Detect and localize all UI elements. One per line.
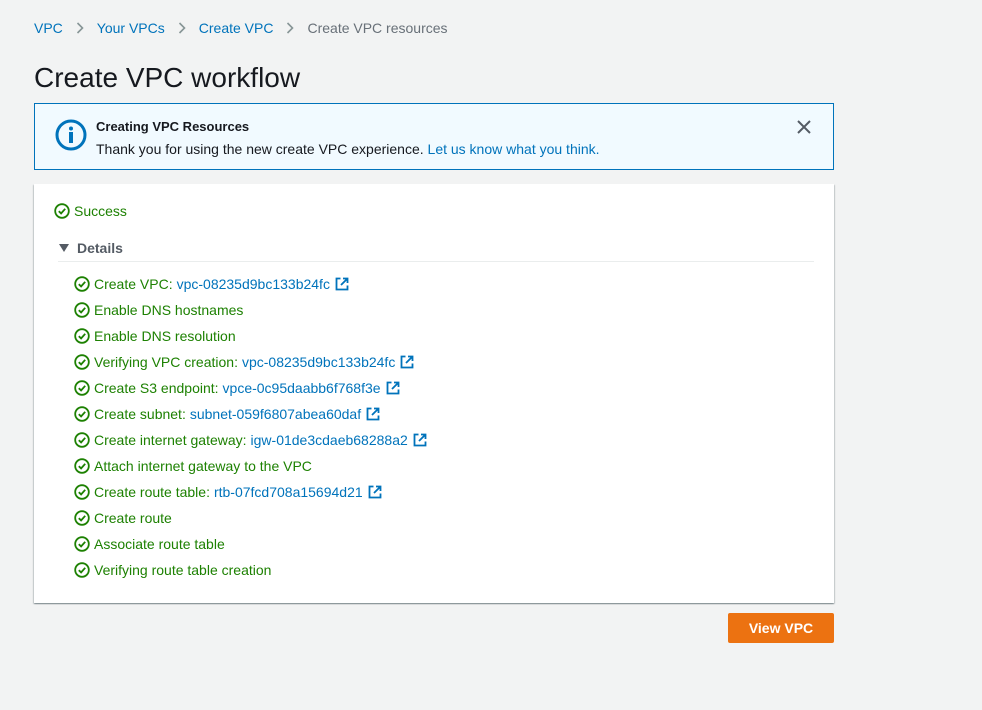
check-circle-icon — [74, 380, 90, 396]
check-circle-icon — [74, 510, 90, 526]
external-link-icon[interactable] — [368, 485, 382, 499]
close-icon[interactable] — [795, 118, 813, 136]
step-label: Create route — [94, 510, 172, 526]
check-circle-icon — [74, 484, 90, 500]
workflow-step: Create route — [74, 505, 427, 531]
chevron-right-icon — [178, 22, 186, 34]
workflow-step: Verifying route table creation — [74, 557, 427, 583]
breadcrumb-create-vpc[interactable]: Create VPC — [199, 20, 274, 36]
step-label: Create S3 endpoint: — [94, 380, 219, 396]
workflow-step: Create subnet: subnet-059f6807abea60daf — [74, 401, 427, 427]
chevron-right-icon — [286, 22, 295, 34]
workflow-step: Attach internet gateway to the VPC — [74, 453, 427, 479]
check-circle-icon — [74, 276, 90, 292]
external-link-icon[interactable] — [335, 277, 349, 291]
info-icon — [55, 119, 87, 156]
step-label: Attach internet gateway to the VPC — [94, 458, 312, 474]
breadcrumb-your-vpcs[interactable]: Your VPCs — [97, 20, 165, 36]
page: VPC Your VPCs Create VPC Create VPC reso… — [0, 0, 982, 710]
resource-link[interactable]: igw-01de3cdaeb68288a2 — [251, 432, 408, 448]
workflow-step: Create route table: rtb-07fcd708a15694d21 — [74, 479, 427, 505]
step-label: Enable DNS resolution — [94, 328, 236, 344]
workflow-step: Enable DNS resolution — [74, 323, 427, 349]
check-circle-icon — [74, 302, 90, 318]
check-circle-icon — [74, 458, 90, 474]
info-flash-message: Creating VPC Resources Thank you for usi… — [34, 103, 834, 170]
resource-link[interactable]: subnet-059f6807abea60daf — [190, 406, 361, 422]
external-link-icon[interactable] — [366, 407, 380, 421]
check-circle-icon — [74, 536, 90, 552]
workflow-step: Enable DNS hostnames — [74, 297, 427, 323]
breadcrumb: VPC Your VPCs Create VPC Create VPC reso… — [34, 19, 448, 37]
step-label: Verifying route table creation — [94, 562, 272, 578]
caret-down-icon — [59, 244, 69, 252]
resource-link[interactable]: vpc-08235d9bc133b24fc — [242, 354, 395, 370]
workflow-status-card: Success Details Create VPC: vpc-08235d9bc… — [34, 184, 834, 603]
breadcrumb-current: Create VPC resources — [307, 20, 448, 36]
workflow-step: Create VPC: vpc-08235d9bc133b24fc — [74, 271, 427, 297]
step-label: Create route table: — [94, 484, 210, 500]
flash-message: Thank you for using the new create VPC e… — [96, 141, 600, 157]
external-link-icon[interactable] — [386, 381, 400, 395]
details-label: Details — [77, 240, 123, 256]
check-circle-icon — [54, 203, 70, 219]
check-circle-icon — [74, 562, 90, 578]
details-expander[interactable]: Details — [58, 240, 814, 262]
external-link-icon[interactable] — [413, 433, 427, 447]
step-label: Create internet gateway: — [94, 432, 247, 448]
external-link-icon[interactable] — [400, 355, 414, 369]
step-label: Enable DNS hostnames — [94, 302, 244, 318]
details-steps-list: Create VPC: vpc-08235d9bc133b24fc Enable D… — [74, 271, 427, 583]
step-label: Create subnet: — [94, 406, 186, 422]
check-circle-icon — [74, 354, 90, 370]
step-label: Associate route table — [94, 536, 225, 552]
breadcrumb-vpc[interactable]: VPC — [34, 20, 63, 36]
check-circle-icon — [74, 328, 90, 344]
chevron-right-icon — [76, 22, 84, 34]
page-title: Create VPC workflow — [34, 62, 301, 93]
flash-message-text: Thank you for using the new create VPC e… — [96, 141, 424, 157]
status-success: Success — [54, 203, 127, 219]
resource-link[interactable]: rtb-07fcd708a15694d21 — [214, 484, 363, 500]
feedback-link[interactable]: Let us know what you think. — [428, 141, 600, 157]
flash-title: Creating VPC Resources — [96, 119, 250, 134]
resource-link[interactable]: vpce-0c95daabb6f768f3e — [223, 380, 381, 396]
workflow-step: Create internet gateway: igw-01de3cdaeb68… — [74, 427, 427, 453]
check-circle-icon — [74, 406, 90, 422]
check-circle-icon — [74, 432, 90, 448]
step-label: Create VPC: — [94, 276, 173, 292]
workflow-step: Create S3 endpoint: vpce-0c95daabb6f768f3… — [74, 375, 427, 401]
step-label: Verifying VPC creation: — [94, 354, 238, 370]
view-vpc-button[interactable]: View VPC — [728, 613, 834, 643]
workflow-step: Associate route table — [74, 531, 427, 557]
resource-link[interactable]: vpc-08235d9bc133b24fc — [177, 276, 330, 292]
status-label: Success — [74, 203, 127, 219]
workflow-step: Verifying VPC creation: vpc-08235d9bc133b… — [74, 349, 427, 375]
